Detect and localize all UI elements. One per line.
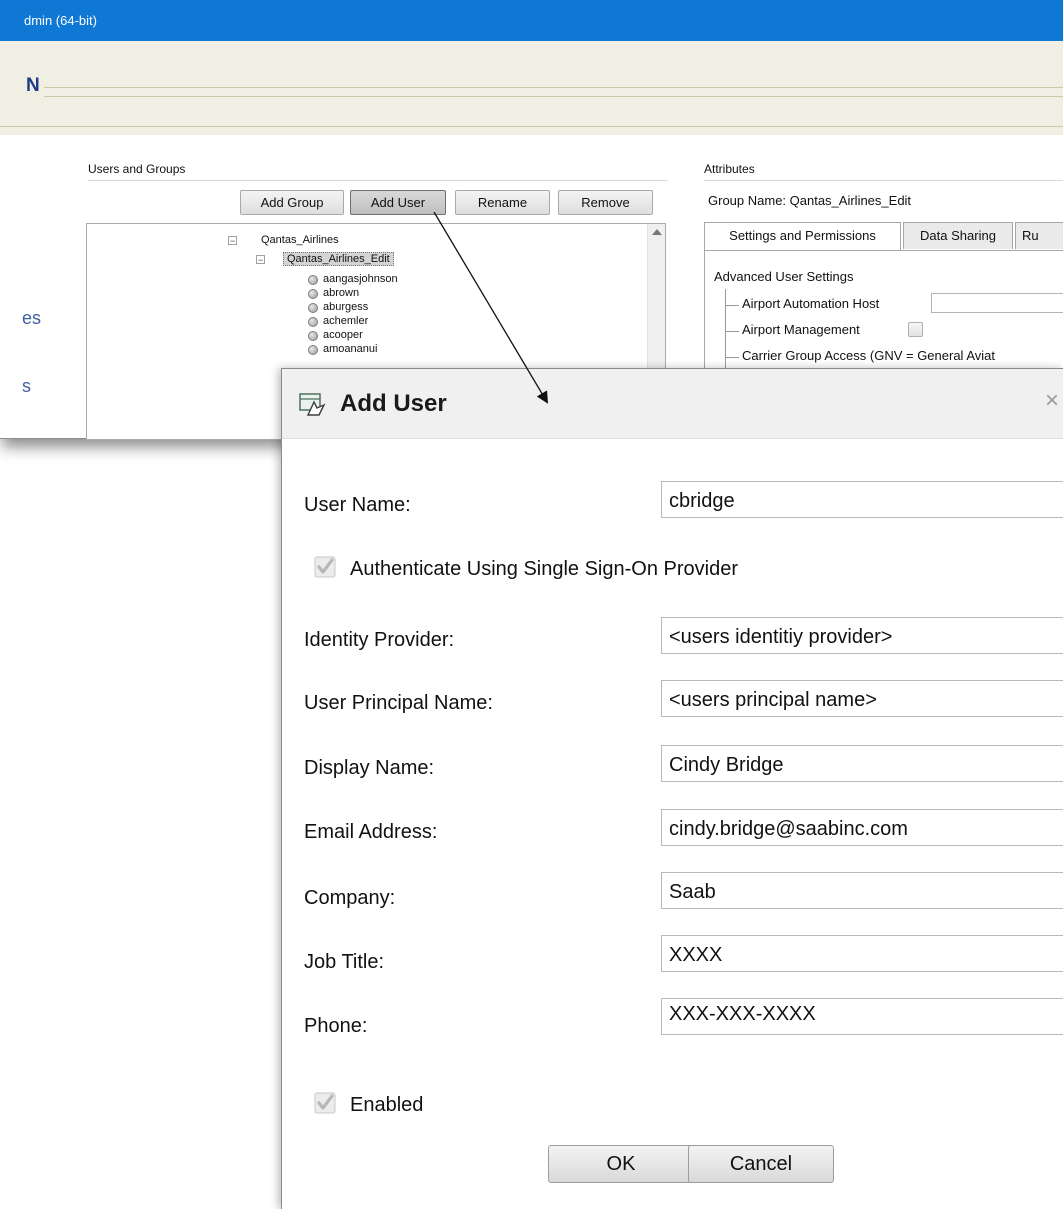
annotation-arrow: [433, 211, 549, 404]
